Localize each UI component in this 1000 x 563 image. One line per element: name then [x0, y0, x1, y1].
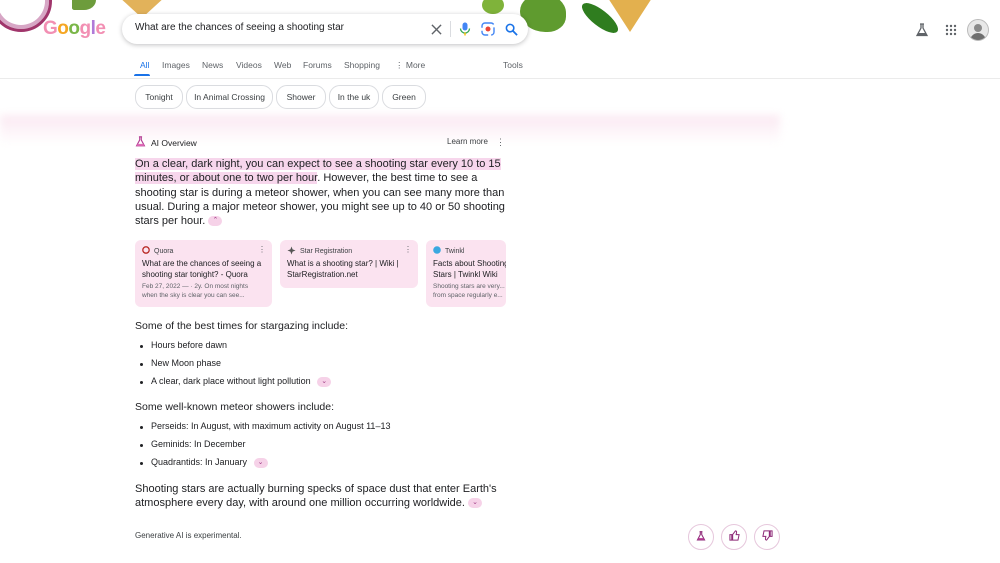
- close-icon[interactable]: [427, 20, 445, 38]
- ai-overview-label: AI Overview: [151, 137, 197, 148]
- chevron-down-icon[interactable]: ⌄: [253, 457, 268, 468]
- card-title: What is a shooting star? | Wiki | StarRe…: [287, 259, 399, 279]
- card-more-icon[interactable]: ⋮: [404, 245, 412, 254]
- flask-icon: [135, 136, 146, 149]
- flask-icon: [696, 528, 706, 546]
- more-options-icon[interactable]: ⋮: [496, 137, 505, 148]
- search-box[interactable]: What are the chances of seeing a shootin…: [122, 14, 528, 44]
- card-title: Facts about Shooting Stars | Twinkl Wiki: [433, 259, 506, 279]
- bullet: [140, 426, 143, 429]
- tab-shopping[interactable]: Shopping: [344, 60, 380, 70]
- twinkl-icon: [433, 246, 441, 256]
- ai-overview-text: On a clear, dark night, you can expect t…: [135, 157, 505, 228]
- search-input[interactable]: What are the chances of seeing a shootin…: [135, 22, 344, 33]
- card-source: Twinkl: [433, 246, 464, 256]
- closing-text: Shooting stars are actually burning spec…: [135, 483, 497, 510]
- card-source-name: Twinkl: [445, 247, 465, 255]
- tab-more[interactable]: ⋮ More: [395, 60, 425, 71]
- chip-shower[interactable]: Shower: [276, 85, 326, 109]
- flask-icon[interactable]: [913, 21, 931, 39]
- chevron-down-icon[interactable]: ⌄: [468, 498, 483, 509]
- bullet: [140, 462, 143, 465]
- star-icon: [287, 246, 296, 257]
- active-tab-indicator: [134, 74, 150, 76]
- source-card-quora[interactable]: Quora ⋮ What are the chances of seeing a…: [135, 240, 272, 307]
- source-card-twinkl[interactable]: Twinkl Facts about Shooting Stars | Twin…: [426, 240, 506, 307]
- chevron-down-icon[interactable]: ⌄: [317, 376, 332, 387]
- header-divider: [0, 78, 1000, 79]
- chip-tonight[interactable]: Tonight: [135, 85, 183, 109]
- card-source-name: Star Registration: [300, 248, 353, 255]
- logo-letter: e: [95, 18, 106, 39]
- search-icon[interactable]: [502, 20, 520, 38]
- learn-more-link[interactable]: Learn more: [447, 137, 488, 146]
- logo-letter: o: [68, 18, 80, 39]
- tab-tools[interactable]: Tools: [503, 60, 523, 70]
- card-snippet-line: from space regularly e...: [433, 292, 503, 299]
- list-item-text: Quadrantids: In January: [151, 457, 248, 467]
- search-divider: [450, 21, 451, 37]
- mic-icon[interactable]: [456, 20, 474, 38]
- search-tabs: All Images News Videos Web Forums Shoppi…: [0, 60, 1000, 78]
- card-more-icon[interactable]: ⋮: [258, 245, 266, 254]
- chevron-up-icon[interactable]: ⌃: [208, 216, 223, 227]
- apps-grid-icon[interactable]: [942, 21, 960, 39]
- list-item: New Moon phase: [151, 358, 222, 368]
- leaf-doodle-icon: [72, 0, 96, 10]
- tab-videos[interactable]: Videos: [236, 60, 262, 70]
- bullet: [140, 444, 143, 447]
- google-logo[interactable]: Google: [43, 18, 106, 40]
- tab-web[interactable]: Web: [274, 60, 291, 70]
- list-item: A clear, dark place without light pollut…: [151, 376, 332, 387]
- logo-letter: G: [43, 18, 58, 39]
- stargazing-heading: Some of the best times for stargazing in…: [135, 320, 349, 332]
- card-source: Star Registration: [287, 246, 352, 257]
- tab-images[interactable]: Images: [162, 60, 190, 70]
- bullet: [140, 381, 143, 384]
- experimental-notice: Generative AI is experimental.: [135, 531, 242, 540]
- meteor-showers-heading: Some well-known meteor showers include:: [135, 401, 335, 413]
- flask-feedback-button[interactable]: [688, 524, 714, 550]
- card-snippet-line: when the sky is clear you can see...: [142, 292, 245, 299]
- tab-all[interactable]: All: [140, 60, 149, 70]
- list-item-text: A clear, dark place without light pollut…: [151, 376, 311, 386]
- chip-in-the-uk[interactable]: In the uk: [329, 85, 379, 109]
- thumbs-up-icon: [728, 528, 740, 546]
- closing-paragraph: Shooting stars are actually burning spec…: [135, 482, 505, 511]
- list-item: Hours before dawn: [151, 340, 228, 350]
- source-card-star-registration[interactable]: Star Registration ⋮ What is a shooting s…: [280, 240, 418, 288]
- chip-animal-crossing[interactable]: In Animal Crossing: [186, 85, 273, 109]
- tab-more-label: More: [405, 60, 426, 70]
- ai-overview-glow: [0, 115, 780, 145]
- ai-overview-header: AI Overview: [135, 136, 197, 149]
- bullet: [140, 345, 143, 348]
- list-item: Perseids: In August, with maximum activi…: [151, 421, 391, 431]
- tortilla-chip-doodle-icon: [608, 0, 652, 32]
- quora-icon: [142, 246, 150, 256]
- card-source: Quora: [142, 246, 173, 256]
- lens-icon[interactable]: [479, 20, 497, 38]
- avatar[interactable]: [967, 19, 989, 41]
- list-item: Quadrantids: In January ⌄: [151, 457, 268, 468]
- chip-green[interactable]: Green: [382, 85, 426, 109]
- olive-doodle-icon: [482, 0, 504, 14]
- thumbs-down-button[interactable]: [754, 524, 780, 550]
- thumbs-up-button[interactable]: [721, 524, 747, 550]
- thumbs-down-icon: [761, 528, 773, 546]
- card-title: What are the chances of seeing a shootin…: [142, 259, 262, 279]
- tab-news[interactable]: News: [202, 60, 223, 70]
- logo-letter: g: [79, 18, 92, 39]
- card-source-name: Quora: [154, 247, 174, 255]
- bullet: [140, 363, 143, 366]
- list-item: Geminids: In December: [151, 439, 246, 449]
- tab-forums[interactable]: Forums: [303, 60, 332, 70]
- more-vert-icon: ⋮: [395, 60, 406, 70]
- logo-letter: o: [57, 18, 69, 39]
